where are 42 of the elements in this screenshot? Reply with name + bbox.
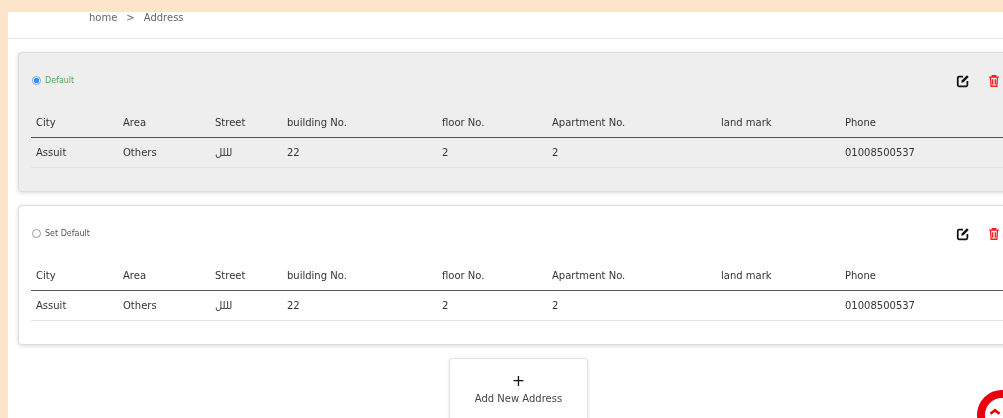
table-cell-text: 01008500537 (845, 300, 916, 311)
column-header: floor No. (442, 116, 486, 128)
table-cell-text: 2 (442, 300, 450, 311)
edit-icon[interactable] (956, 73, 970, 88)
column-header: building No. (287, 116, 348, 128)
column-header: City (36, 269, 57, 281)
breadcrumb-link[interactable]: home (89, 12, 118, 24)
default-label: Set Default (45, 229, 90, 238)
column-header: land mark (721, 116, 773, 128)
column-header: Area (123, 116, 147, 128)
trash-icon[interactable] (987, 73, 1001, 88)
edit-icon[interactable] (956, 226, 970, 241)
table-cell-text: لللل (215, 300, 234, 311)
column-header: floor No. (442, 269, 486, 281)
table-cell-text: Others (123, 147, 158, 158)
column-header: Area (123, 269, 147, 281)
default-radio[interactable] (32, 229, 41, 238)
trash-icon[interactable] (987, 226, 1001, 241)
table-cell-text: Assuit (36, 300, 68, 311)
breadcrumb-separator: > (126, 12, 135, 24)
add-address-button[interactable]: + Add New Address (449, 358, 588, 418)
column-header: Phone (845, 269, 877, 281)
column-header: land mark (721, 269, 773, 281)
table-cell-text: 2 (552, 147, 560, 158)
breadcrumb-link[interactable]: Address (143, 12, 184, 24)
table-cell-text: 2 (552, 300, 560, 311)
column-header: Phone (845, 116, 877, 128)
table-cell-text: 2 (442, 147, 450, 158)
table-cell-text: Others (123, 300, 158, 311)
table-cell-text: Assuit (36, 147, 68, 158)
column-header: Apartment No. (552, 269, 627, 281)
table-cell-text: 22 (287, 147, 301, 158)
default-radio[interactable] (32, 76, 41, 85)
column-header: Apartment No. (552, 116, 627, 128)
column-header: Street (215, 269, 247, 281)
column-header: Street (215, 116, 247, 128)
column-header: City (36, 116, 57, 128)
table-cell-text: لللل (215, 147, 234, 158)
table-cell-text: 22 (287, 300, 301, 311)
table-cell-text: 01008500537 (845, 147, 916, 158)
default-label: Default (45, 76, 75, 85)
column-header: building No. (287, 269, 348, 281)
